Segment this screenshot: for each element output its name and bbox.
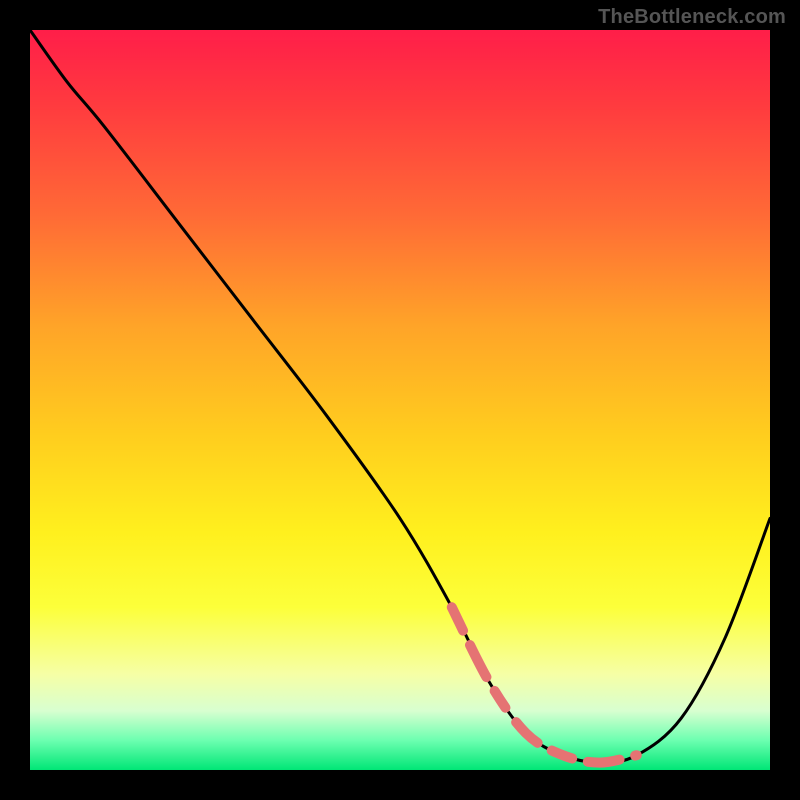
curve-layer: [30, 30, 770, 770]
bottleneck-curve: [30, 30, 770, 763]
watermark-text: TheBottleneck.com: [598, 6, 786, 29]
plot-area: [30, 30, 770, 770]
chart-frame: TheBottleneck.com: [0, 0, 800, 800]
optimal-region-dashed: [452, 607, 637, 762]
